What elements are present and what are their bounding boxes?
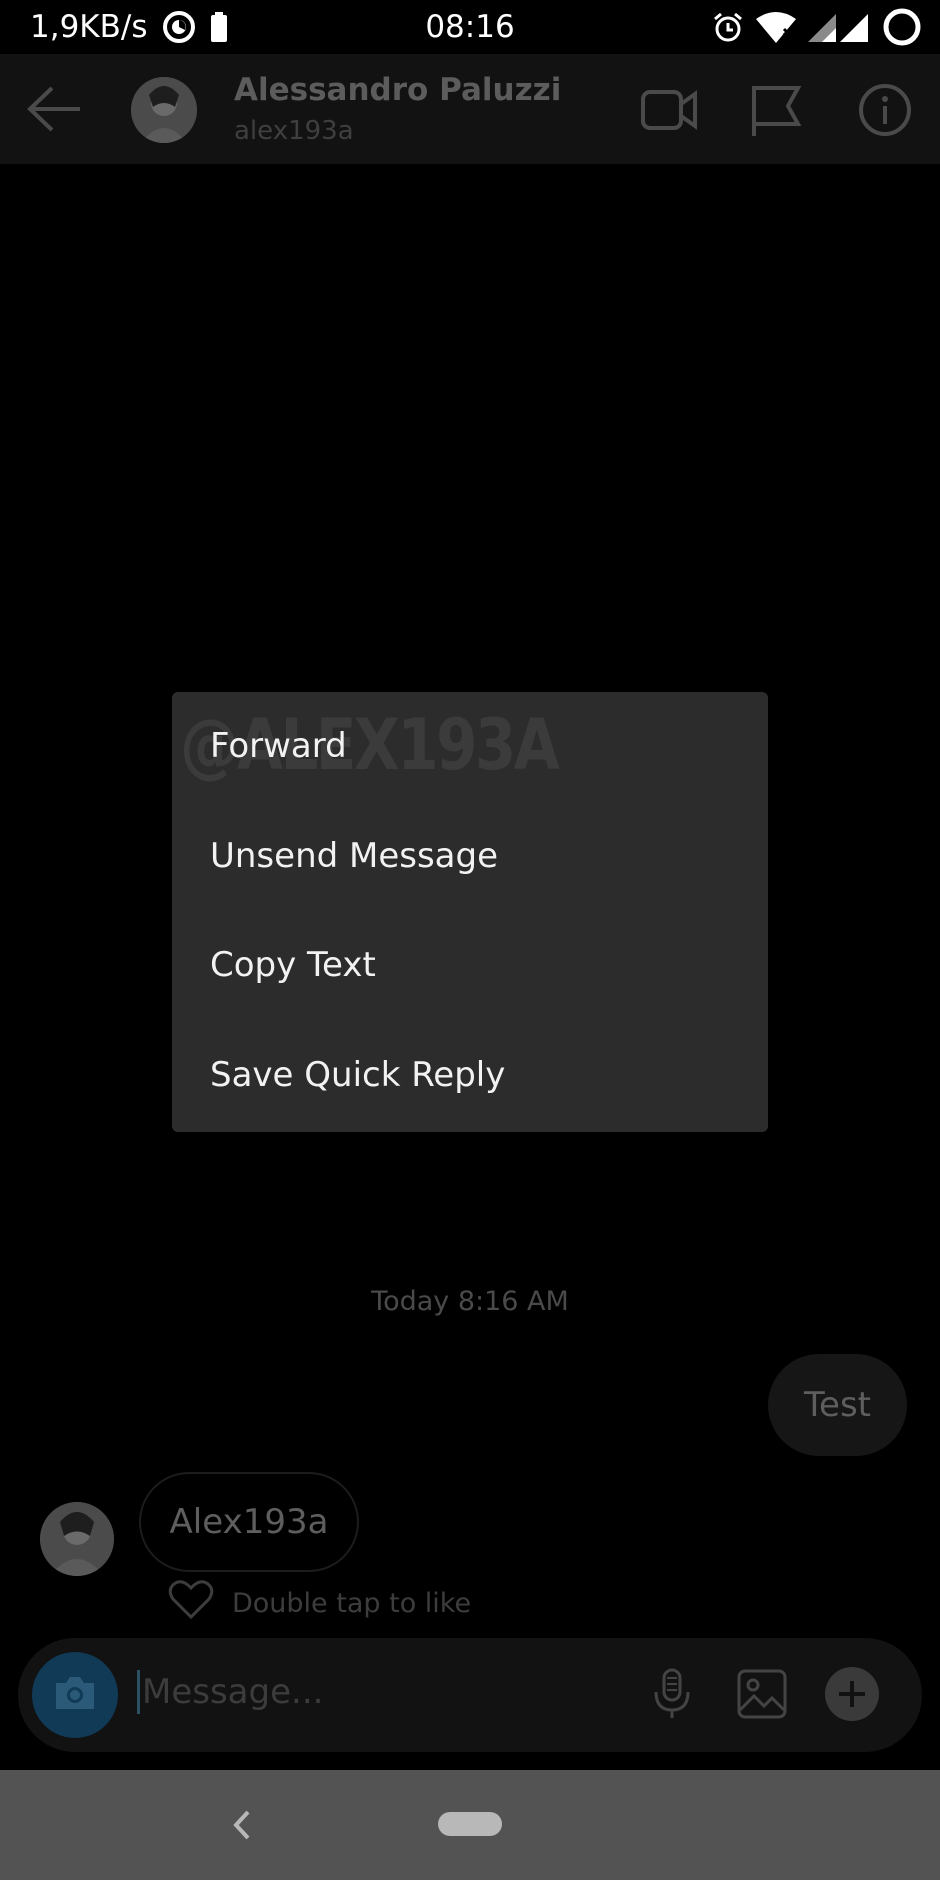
incoming-message-bubble[interactable]: Alex193a <box>139 1472 359 1572</box>
avatar[interactable] <box>131 77 197 143</box>
contact-username: alex193a <box>234 116 354 146</box>
mic-icon[interactable] <box>644 1666 700 1722</box>
menu-item-forward[interactable]: Forward <box>210 726 347 766</box>
conversation-header: Alessandro Paluzzi alex193a <box>0 54 940 164</box>
system-nav-bar <box>0 1770 940 1880</box>
message-input[interactable] <box>142 1662 542 1722</box>
wifi-icon <box>756 11 796 43</box>
alarm-icon <box>712 11 744 43</box>
back-arrow-icon[interactable] <box>24 82 84 136</box>
camera-button[interactable] <box>32 1652 118 1738</box>
circle-icon <box>882 7 922 47</box>
outgoing-message-bubble[interactable]: Test <box>768 1354 907 1456</box>
text-cursor <box>137 1670 140 1714</box>
menu-item-copy-text[interactable]: Copy Text <box>210 945 376 985</box>
message-context-menu: @ALEX193A Forward Unsend Message Copy Te… <box>172 692 768 1132</box>
status-bar: 1,9KB/s 08:16 <box>0 0 940 54</box>
nav-home-button[interactable] <box>438 1812 502 1836</box>
video-call-icon[interactable] <box>640 82 698 138</box>
flag-icon[interactable] <box>748 82 806 138</box>
message-composer <box>18 1638 922 1752</box>
incoming-message-text: Alex193a <box>169 1502 329 1542</box>
nav-back-icon[interactable] <box>222 1802 262 1848</box>
sender-avatar[interactable] <box>40 1502 114 1576</box>
gallery-icon[interactable] <box>734 1666 790 1722</box>
menu-item-unsend-message[interactable]: Unsend Message <box>210 836 498 876</box>
plus-icon[interactable] <box>824 1666 880 1722</box>
message-timestamp: Today 8:16 AM <box>371 1286 569 1317</box>
like-hint-text: Double tap to like <box>232 1588 472 1619</box>
menu-item-save-quick-reply[interactable]: Save Quick Reply <box>210 1055 505 1095</box>
signal-icon <box>808 12 870 42</box>
heart-icon[interactable] <box>168 1580 214 1627</box>
camera-icon <box>52 1673 98 1717</box>
contact-name[interactable]: Alessandro Paluzzi <box>234 72 561 108</box>
info-icon[interactable] <box>856 82 914 138</box>
outgoing-message-text: Test <box>804 1385 871 1425</box>
like-hint: Double tap to like <box>168 1580 471 1627</box>
